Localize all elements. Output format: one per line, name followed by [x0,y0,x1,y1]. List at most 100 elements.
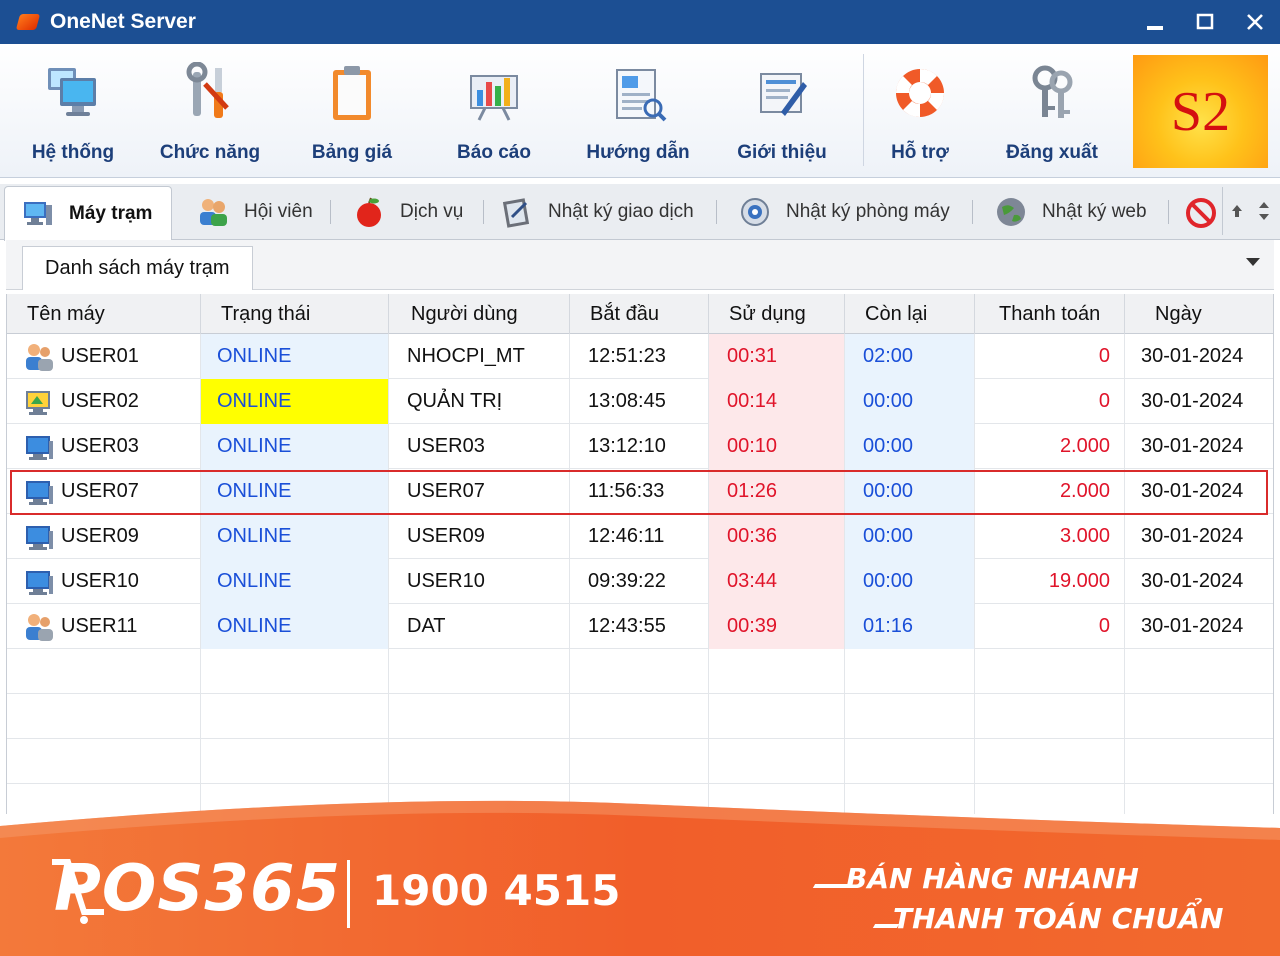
cell-time-used-text: 00:14 [727,390,778,412]
hotline-number: 1900 4515 [372,866,621,915]
cell-time-used: 01:26 [709,469,845,514]
window-title: OneNet Server [50,10,196,33]
cell-status: ONLINE [201,559,389,604]
tab-scroll-right-button[interactable] [1251,187,1279,235]
column-header-status[interactable]: Trạng thái [201,294,389,334]
column-header-user[interactable]: Người dùng [389,294,570,334]
cell-payment-text: 0 [1098,345,1110,367]
tab-web-log[interactable]: Nhật ký web [994,186,1147,238]
close-button[interactable] [1230,0,1280,44]
toolbar-system-button[interactable]: Hệ thống [30,44,116,178]
toolbar-support-button[interactable]: Hỗ trợ [880,44,960,178]
tab-transaction-log-label: Nhật ký giao dịch [548,201,694,222]
empty-cell [709,694,845,739]
updown-arrow-icon [1259,202,1270,220]
empty-cell [975,694,1125,739]
window-controls [1130,0,1280,44]
cell-name: USER09 [7,514,201,559]
tab-transaction-log[interactable]: Nhật ký giao dịch [500,186,694,238]
app-logo-icon [16,10,40,34]
cell-name: USER11 [7,604,201,649]
toolbar-report-button[interactable]: Báo cáo [450,44,538,178]
toolbar-support-label: Hỗ trợ [891,142,949,163]
cell-user-text: NHOCPI_MT [407,345,525,367]
computer-icon [26,525,53,550]
chevron-down-icon[interactable] [1246,258,1260,266]
member-user-icon [26,343,53,371]
empty-cell [570,694,709,739]
table-row[interactable]: USER09 ONLINE USER09 12:46:11 00:36 00:00 3.00… [7,514,1273,559]
workstation-table: Tên máy Trạng thái Người dùng Bắt đầu Sử… [6,294,1274,814]
tab-scroll-left-button[interactable] [1223,187,1251,235]
empty-cell [570,739,709,784]
maximize-button[interactable] [1180,0,1230,44]
table-row[interactable]: USER01 ONLINE NHOCPI_MT 12:51:23 00:31 02:00 0… [7,334,1273,379]
toolbar-about-button[interactable]: Giới thiệu [736,44,828,178]
cell-time-used: 00:39 [709,604,845,649]
tab-separator [972,200,973,224]
table-row[interactable]: USER11 ONLINE DAT 12:43:55 00:39 01:16 0 30-01-… [7,604,1273,649]
cell-user: USER10 [389,559,570,604]
column-header-name[interactable]: Tên máy [7,294,201,334]
cell-payment-text: 3.000 [1059,525,1110,547]
computer-icon [26,570,53,595]
empty-cell [845,649,975,694]
toolbar-functions-button[interactable]: Chức năng [160,44,260,178]
table-row[interactable]: USER10 ONLINE USER10 09:39:22 03:44 00:00 19.0… [7,559,1273,604]
cell-status-text: ONLINE [217,435,292,457]
tab-services[interactable]: Dịch vụ [352,186,463,238]
cell-date-text: 30-01-2024 [1141,435,1244,457]
cell-payment: 19.000 [975,559,1125,604]
table-row[interactable]: USER07 ONLINE USER07 11:56:33 01:26 00:00 2.00… [7,469,1273,514]
workstation-list-tab[interactable]: Danh sách máy trạm [22,246,253,290]
cell-time-remaining: 00:00 [845,424,975,469]
column-header-payment[interactable]: Thanh toán [975,294,1125,334]
block-icon[interactable] [1184,196,1218,230]
cell-date: 30-01-2024 [1125,559,1273,604]
tab-workstations[interactable]: Máy trạm [4,186,172,241]
minimize-icon [1147,26,1163,30]
banner-divider [347,860,350,928]
toolbar-pricelist-button[interactable]: Bảng giá [306,44,398,178]
empty-cell [7,694,201,739]
guide-document-icon [616,69,667,122]
cell-start-time-text: 12:46:11 [588,525,665,547]
column-header-date[interactable]: Ngày [1125,294,1273,334]
cell-status: ONLINE [201,379,389,424]
admin-computer-icon [26,390,50,415]
cell-time-remaining-text: 00:00 [863,525,914,547]
cell-date-text: 30-01-2024 [1141,525,1244,547]
empty-table-row [7,649,1273,694]
tab-room-log[interactable]: Nhật ký phòng máy [738,186,950,238]
column-header-start[interactable]: Bắt đầu [570,294,709,334]
table-row[interactable]: USER02 ONLINE QUẢN TRỊ 13:08:45 00:14 00:00 0 3… [7,379,1273,424]
tab-separator [330,200,331,224]
toolbar-logout-button[interactable]: Đăng xuất [1004,44,1100,178]
column-header-remaining[interactable]: Còn lại [845,294,975,334]
transaction-log-icon [502,198,530,228]
cell-payment-text: 0 [1098,390,1110,412]
empty-cell [201,739,389,784]
room-log-icon [741,198,769,226]
cell-date: 30-01-2024 [1125,334,1273,379]
empty-cell [1125,739,1273,784]
cell-date-text: 30-01-2024 [1141,615,1244,637]
cell-name: USER01 [7,334,201,379]
cell-payment: 0 [975,604,1125,649]
table-row[interactable]: USER03 ONLINE USER03 13:12:10 00:10 00:00 2.00… [7,424,1273,469]
panel-header: Danh sách máy trạm [6,240,1274,290]
tab-scroll-controls [1222,187,1278,235]
column-header-used[interactable]: Sử dụng [709,294,845,334]
toolbar-guide-button[interactable]: Hướng dẫn [586,44,690,178]
cell-status-text: ONLINE [217,570,292,592]
minimize-button[interactable] [1130,0,1180,44]
close-icon [1247,14,1263,30]
tab-members[interactable]: Hội viên [196,186,313,238]
cell-status: ONLINE [201,604,389,649]
cell-time-remaining: 01:16 [845,604,975,649]
slogan-line-2: THANH TOÁN CHUẨN [893,902,1224,935]
cell-name-text: USER07 [61,480,139,502]
cell-date-text: 30-01-2024 [1141,480,1244,502]
cell-time-used-text: 00:31 [727,345,778,367]
toolbar-guide-label: Hướng dẫn [586,142,690,163]
